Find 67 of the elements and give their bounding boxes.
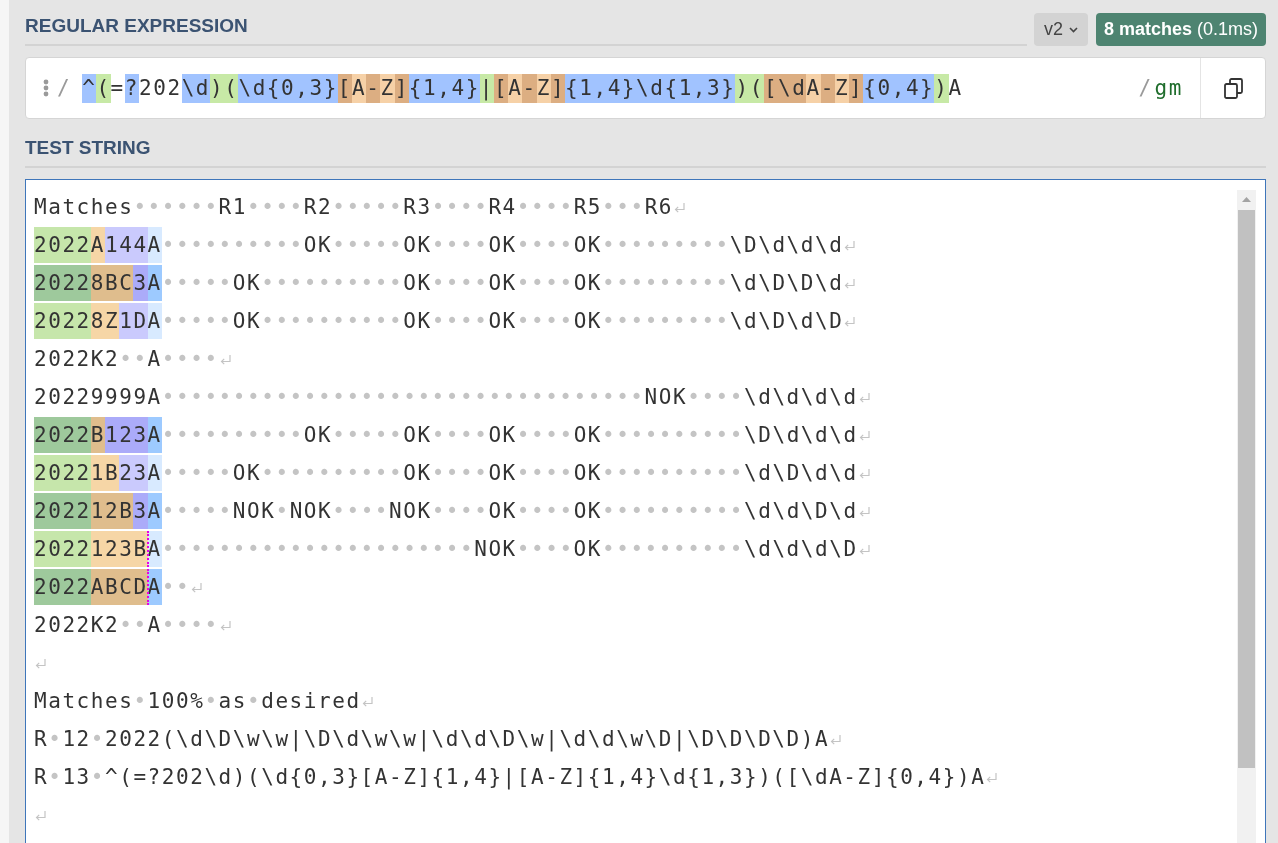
line-break-icon xyxy=(858,505,870,517)
copy-icon xyxy=(1223,77,1243,99)
line-break-icon xyxy=(219,619,231,631)
regex-delimiter: / xyxy=(57,76,72,100)
capture-group-text: 8BC xyxy=(90,265,134,301)
regex-flags[interactable]: gm xyxy=(1154,76,1183,100)
capture-group-text: 2022 xyxy=(34,303,91,339)
capture-group-text: 2022 xyxy=(34,265,91,301)
line-break-icon xyxy=(219,353,231,365)
capture-group-text: 2022 xyxy=(34,417,91,453)
line-break-icon xyxy=(858,391,870,403)
line-break-icon xyxy=(858,429,870,441)
capture-group-text: 2022 xyxy=(34,569,91,605)
line-text: •• xyxy=(161,575,191,599)
capture-group-text: 2022 xyxy=(34,455,91,491)
line-text: 2022K2••A•••• xyxy=(34,347,219,371)
line-break-icon xyxy=(35,657,46,669)
section-heading: REGULAR EXPRESSION xyxy=(25,15,248,37)
line-text: Matches••••••R1••••R2•••••R3••••R4••••R5•••R6 xyxy=(34,195,674,219)
capture-group-text: ABCD xyxy=(90,569,148,605)
scroll-up-arrow-icon[interactable] xyxy=(1242,196,1251,202)
line-text: 20229999A••••••••••••••••••••••••••••••••••NOK••••\d\d\d\d xyxy=(34,385,858,409)
capture-group-text: 123 xyxy=(105,417,148,453)
match-count-badge: 8 matches (0.1ms) xyxy=(1095,13,1266,46)
section-heading: TEST STRING xyxy=(25,137,151,159)
capture-group-text: 123B xyxy=(90,531,148,567)
capture-group-text: 23 xyxy=(119,455,148,491)
scrollbar[interactable] xyxy=(1237,190,1256,843)
line-text: R•13•^(=?202\d)(\d{0,3}[A-Z]{1,4}|[A-Z]{1,4}\d{1,3})([\dA-Z]{0,4})A xyxy=(34,765,986,789)
capture-group-text: 2022 xyxy=(34,493,91,529)
capture-group-text: 144 xyxy=(105,227,148,263)
version-dropdown[interactable]: v2 xyxy=(1033,13,1088,46)
line-text: Matches•100%•as•desired xyxy=(34,689,361,713)
regex-input[interactable]: ^(=?202\d)(\d{0,3}[A-Z]{1,4}|[A-Z]{1,4}\d{1,3})([\dA-Z]{0,4})A xyxy=(82,73,1139,103)
line-break-icon xyxy=(844,315,856,327)
line-break-icon xyxy=(191,581,203,593)
capture-group-text: 2022 xyxy=(34,227,91,263)
capture-group-text: 1B xyxy=(90,455,120,491)
line-break-icon xyxy=(830,733,842,745)
capture-group-text: 2022 xyxy=(34,531,91,567)
capture-group-text: 8Z xyxy=(90,303,120,339)
line-break-icon xyxy=(844,239,856,251)
line-break-icon xyxy=(858,467,870,479)
capture-group-text: 3 xyxy=(133,493,148,529)
drag-handle-icon[interactable] xyxy=(43,79,49,97)
capture-group-text: 1D xyxy=(119,303,148,339)
line-text: •••••OK••••••••••OK••••OK••••OK•••••••••\d\D\d\D xyxy=(161,309,844,333)
line-text: •••••OK••••••••••OK••••OK••••OK••••••••••\d\D\d\d xyxy=(161,461,858,485)
line-break-icon xyxy=(844,277,856,289)
scrollbar-thumb[interactable] xyxy=(1238,210,1255,768)
line-break-icon xyxy=(986,771,998,783)
capture-group-text: 12B xyxy=(90,493,134,529)
line-break-icon xyxy=(35,809,46,821)
line-text: ••••••••••••••••••••••NOK••••OK••••••••••\d\d\d\D xyxy=(161,537,858,561)
line-text: ••••••••••OK•••••OK••••OK••••OK•••••••••\D\d\d\d xyxy=(161,233,844,257)
line-text: •••••OK••••••••••OK••••OK••••OK•••••••••\d\D\D\d xyxy=(161,271,844,295)
regex-delimiter: / xyxy=(1138,76,1153,100)
line-text: ••••••••••OK•••••OK••••OK••••OK••••••••••\D\d\d\d xyxy=(161,423,858,447)
line-text: •••••NOK•NOK••••NOK••••OK••••OK••••••••••\d\d\D\d xyxy=(161,499,858,523)
test-string-editor[interactable] xyxy=(25,179,1266,843)
chevron-down-icon xyxy=(1068,26,1078,33)
line-break-icon xyxy=(674,201,686,213)
line-text: R•12•2022(\d\D\w\w|\D\d\w\w|\d\d\D\w|\d\d\w\D|\D\D\D\D)A xyxy=(34,727,830,751)
line-text: 2022K2••A•••• xyxy=(34,613,219,637)
line-break-icon xyxy=(858,543,870,555)
capture-group-text: 3 xyxy=(133,265,148,301)
line-break-icon xyxy=(361,695,373,707)
